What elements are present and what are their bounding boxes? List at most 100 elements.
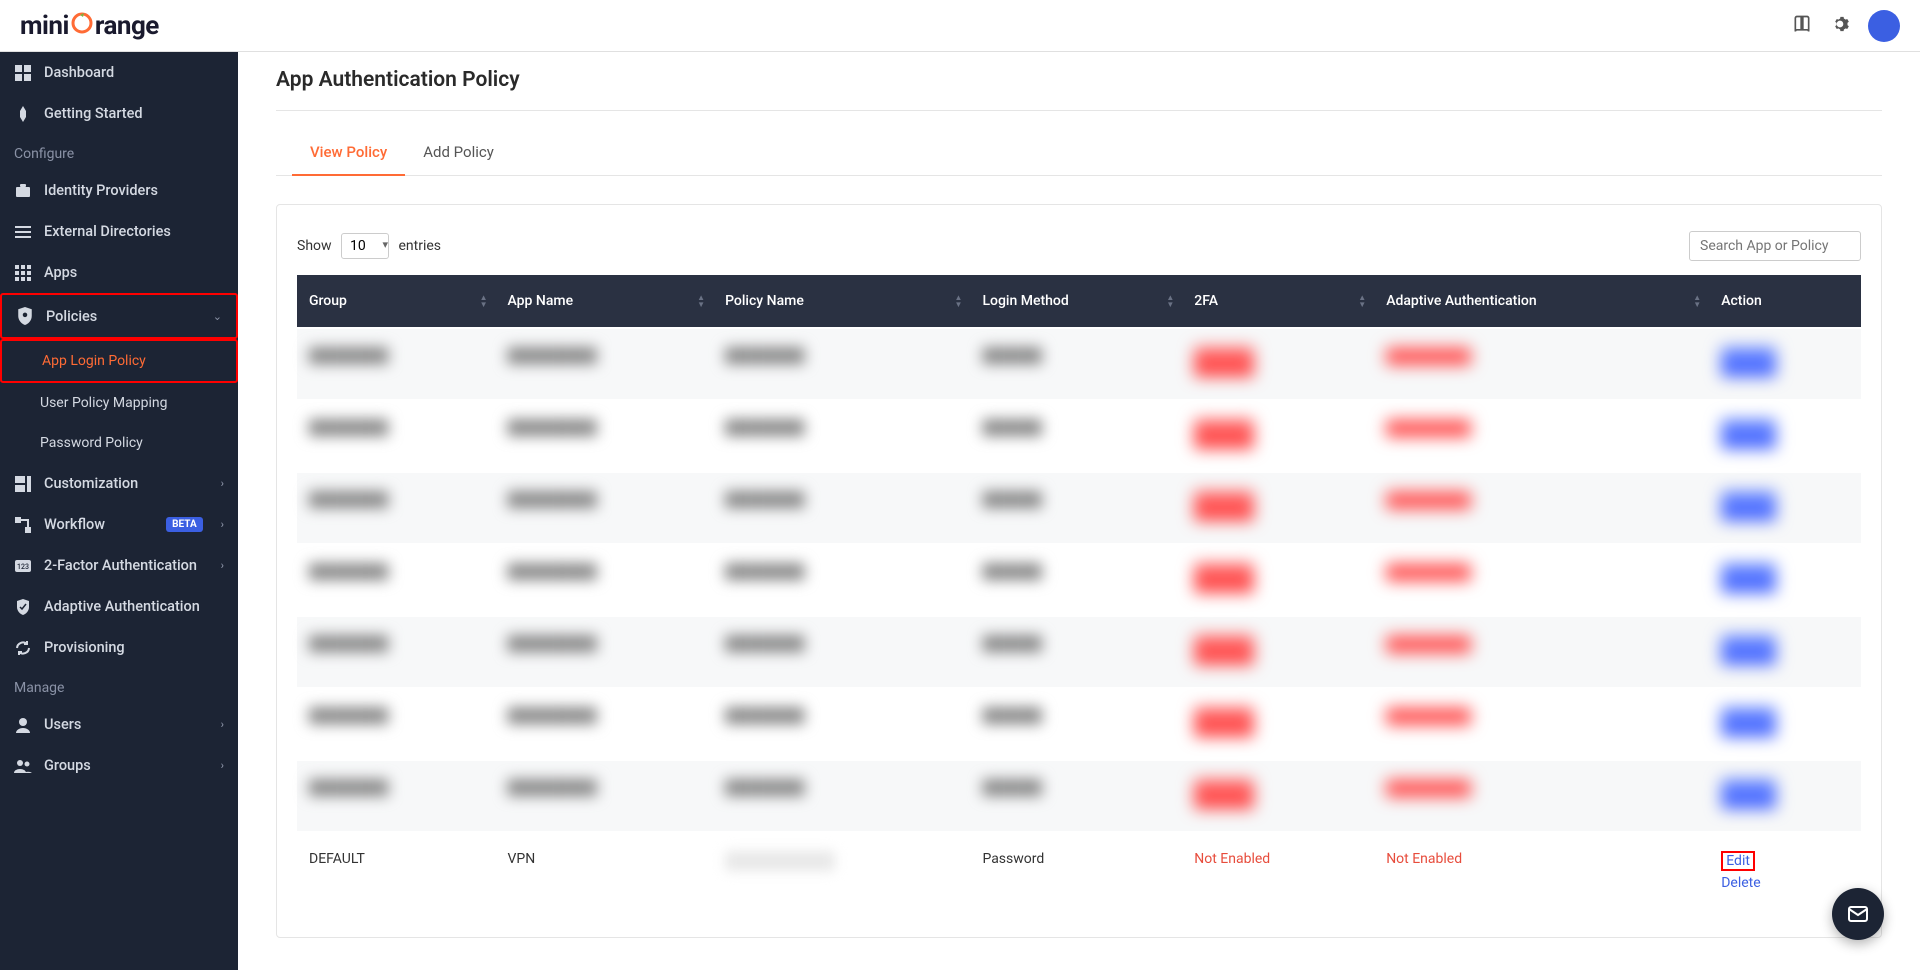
table-card: Show 10 entries Group▲▼ App Name▲▼ Polic…: [276, 204, 1882, 938]
table-row: ███████████████████████████████: [297, 473, 1861, 543]
dashboard-icon: [14, 65, 32, 81]
page-size-select[interactable]: 10: [341, 233, 389, 259]
cell-policy-blurred: ████████: [725, 636, 804, 652]
group-icon: [14, 758, 32, 774]
cell-group-blurred: ████████: [309, 708, 388, 724]
table-row: ███████████████████████████████: [297, 329, 1861, 399]
cell-app-blurred: █████████: [508, 492, 597, 508]
sidebar-item-getting-started[interactable]: Getting Started: [0, 93, 238, 134]
gear-icon[interactable]: [1830, 14, 1850, 38]
cell-2fa-blurred: [1194, 563, 1254, 593]
sort-icon: ▲▼: [1166, 294, 1174, 308]
sidebar-item-users[interactable]: Users ›: [0, 704, 238, 745]
grid-icon: [14, 265, 32, 281]
sidebar-item-label: Identity Providers: [44, 182, 224, 199]
sidebar-item-policies[interactable]: Policies ⌄: [0, 293, 238, 339]
chevron-right-icon: ›: [221, 477, 224, 490]
cell-app-name: VPN: [496, 833, 714, 909]
cell-action-blurred: [1721, 419, 1776, 449]
col-app-name[interactable]: App Name▲▼: [496, 275, 714, 327]
table-row: ███████████████████████████████: [297, 689, 1861, 759]
cell-group-blurred: ████████: [309, 636, 388, 652]
cell-login-blurred: ██████: [982, 348, 1042, 364]
sidebar-item-label: Groups: [44, 757, 209, 774]
avatar[interactable]: [1868, 10, 1900, 42]
sidebar-item-groups[interactable]: Groups ›: [0, 745, 238, 786]
cell-adaptive-blurred: [1386, 347, 1471, 365]
col-group[interactable]: Group▲▼: [297, 275, 496, 327]
cell-action-blurred: [1721, 563, 1776, 593]
docs-icon[interactable]: [1792, 14, 1812, 38]
sidebar-item-label: 2-Factor Authentication: [44, 557, 209, 574]
sidebar-item-workflow[interactable]: Workflow BETA ›: [0, 504, 238, 545]
tab-view-policy[interactable]: View Policy: [292, 131, 405, 175]
topbar-actions: [1792, 10, 1900, 42]
sidebar-item-label: Policies: [46, 308, 201, 325]
sidebar-item-label: Getting Started: [44, 105, 224, 122]
cell-policy-blurred: ████████: [725, 492, 804, 508]
col-login-method[interactable]: Login Method▲▼: [970, 275, 1182, 327]
tab-add-policy[interactable]: Add Policy: [405, 131, 512, 175]
cell-policy-blurred: ████████: [725, 780, 804, 796]
col-policy-name[interactable]: Policy Name▲▼: [713, 275, 970, 327]
sidebar-item-label: Apps: [44, 264, 224, 281]
svg-text:123: 123: [17, 563, 29, 571]
shield-check-icon: [14, 599, 32, 615]
sort-icon: ▲▼: [1358, 294, 1366, 308]
table-row: ███████████████████████████████: [297, 401, 1861, 471]
sidebar-item-customization[interactable]: Customization ›: [0, 463, 238, 504]
numbers-icon: 123: [14, 560, 32, 572]
brand-logo[interactable]: mini range: [20, 9, 159, 42]
cell-login-blurred: ██████: [982, 492, 1042, 508]
col-2fa[interactable]: 2FA▲▼: [1182, 275, 1374, 327]
sidebar-item-external-directories[interactable]: External Directories: [0, 211, 238, 252]
sidebar: Dashboard Getting Started Configure Iden…: [0, 52, 238, 970]
show-label: Show: [297, 238, 332, 254]
cell-policy-blurred: ████████: [725, 420, 804, 436]
sidebar-item-adaptive-auth[interactable]: Adaptive Authentication: [0, 586, 238, 627]
show-entries: Show 10 entries: [297, 233, 441, 259]
cell-2fa-blurred: [1194, 419, 1254, 449]
cell-app-blurred: █████████: [508, 348, 597, 364]
sort-icon: ▲▼: [955, 294, 963, 308]
cell-policy-blurred: ████████: [725, 708, 804, 724]
search-input[interactable]: [1689, 231, 1861, 261]
sidebar-heading-configure: Configure: [0, 134, 238, 170]
cell-group-blurred: ████████: [309, 492, 388, 508]
cell-adaptive-blurred: [1386, 563, 1471, 581]
beta-badge: BETA: [166, 517, 203, 532]
sidebar-item-2fa[interactable]: 123 2-Factor Authentication ›: [0, 545, 238, 586]
cell-login-blurred: ██████: [982, 636, 1042, 652]
user-icon: [14, 717, 32, 733]
cell-action-blurred: [1721, 779, 1776, 809]
sort-icon: ▲▼: [480, 294, 488, 308]
sidebar-item-identity-providers[interactable]: Identity Providers: [0, 170, 238, 211]
chat-fab[interactable]: [1832, 888, 1884, 940]
sidebar-item-label: Provisioning: [44, 639, 224, 656]
sidebar-item-provisioning[interactable]: Provisioning: [0, 627, 238, 668]
sidebar-item-apps[interactable]: Apps: [0, 252, 238, 293]
sidebar-sub-app-login-policy[interactable]: App Login Policy: [0, 339, 238, 383]
cell-adaptive-blurred: [1386, 491, 1471, 509]
action-delete-link[interactable]: Delete: [1721, 875, 1849, 891]
workflow-icon: [14, 517, 32, 533]
col-adaptive-auth[interactable]: Adaptive Authentication▲▼: [1374, 275, 1709, 327]
sidebar-sub-password-policy[interactable]: Password Policy: [0, 423, 238, 463]
brand-orange-icon: [70, 9, 94, 42]
sidebar-item-dashboard[interactable]: Dashboard: [0, 52, 238, 93]
sidebar-sub-user-policy-mapping[interactable]: User Policy Mapping: [0, 383, 238, 423]
col-action: Action: [1709, 275, 1861, 327]
action-edit-link[interactable]: Edit: [1721, 851, 1755, 871]
cell-login-blurred: ██████: [982, 564, 1042, 580]
brand-pre: mini: [20, 11, 69, 41]
sidebar-heading-manage: Manage: [0, 668, 238, 704]
sidebar-item-label: External Directories: [44, 223, 224, 240]
cell-action-blurred: [1721, 635, 1776, 665]
cell-adaptive-blurred: [1386, 779, 1471, 797]
table-row: ███████████████████████████████: [297, 617, 1861, 687]
cell-login-blurred: ██████: [982, 420, 1042, 436]
cell-group: DEFAULT: [297, 833, 496, 909]
topbar: mini range: [0, 0, 1920, 52]
list-icon: [14, 224, 32, 240]
cell-2fa-blurred: [1194, 491, 1254, 521]
